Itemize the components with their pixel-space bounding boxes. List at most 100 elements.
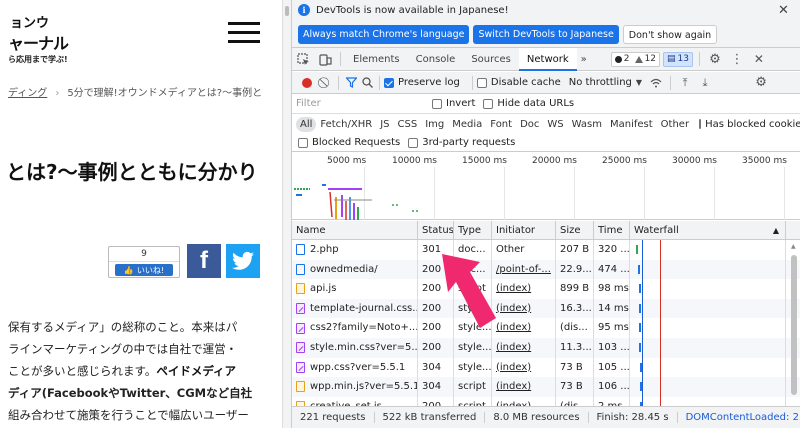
body-bold-text: ペイドメディア [156, 364, 237, 378]
throttling-select[interactable]: No throttling [569, 77, 632, 88]
column-header-name[interactable]: Name [292, 221, 418, 240]
import-har-icon[interactable]: ⤒ [675, 72, 695, 94]
inspect-element-icon[interactable] [292, 48, 314, 70]
invert-checkbox[interactable] [432, 98, 442, 109]
type-filter-manifest[interactable]: Manifest [606, 117, 657, 132]
tab-network[interactable]: Network [518, 47, 577, 71]
table-row[interactable]: 2.php 301 doc... Other 207 B 320 ... [292, 240, 800, 260]
table-row[interactable]: template-journal.css... 200 style... (index… [292, 298, 800, 319]
request-initiator[interactable]: /point-of-... [492, 259, 556, 280]
waterfall-bar [636, 245, 638, 254]
timeline-tick: 25000 ms [602, 156, 647, 166]
request-name[interactable]: ownedmedia/ [292, 259, 418, 280]
type-filter-doc[interactable]: Doc [516, 117, 543, 132]
request-name[interactable]: template-journal.css... [292, 298, 418, 319]
close-icon[interactable]: ✕ [778, 3, 789, 18]
switch-language-button[interactable]: Switch DevTools to Japanese [473, 25, 619, 44]
request-name[interactable]: wpp.css?ver=5.5.1 [292, 357, 418, 378]
has-blocked-cookies-checkbox[interactable] [699, 119, 702, 129]
type-filter-ws[interactable]: WS [543, 117, 567, 132]
tab-elements[interactable]: Elements [345, 48, 408, 71]
network-status-bar: 221 requests 522 kB transferred 8.0 MB r… [292, 406, 800, 428]
type-filter-other[interactable]: Other [657, 117, 693, 132]
filter-funnel-icon[interactable] [343, 72, 359, 94]
devtools-resize-handle[interactable] [282, 0, 292, 428]
network-conditions-icon[interactable] [646, 72, 666, 94]
load-marker-line [660, 259, 661, 280]
column-header-time[interactable]: Time [594, 221, 630, 240]
type-filter-fetch[interactable]: Fetch/XHR [316, 117, 376, 132]
request-initiator[interactable]: (index) [492, 279, 556, 299]
record-icon[interactable] [302, 77, 312, 88]
load-marker-line [660, 357, 661, 378]
like-widget[interactable]: 9 👍 いいね! [108, 246, 180, 278]
table-row[interactable]: wpp.css?ver=5.5.1 304 style... (index) 73 B1… [292, 357, 800, 378]
twitter-share-button[interactable] [226, 244, 260, 278]
blocked-requests-bar: Blocked Requests 3rd-party requests [292, 134, 800, 152]
request-name[interactable]: api.js [292, 279, 418, 299]
request-name[interactable]: 2.php [292, 240, 418, 260]
table-row[interactable]: css2?family=Noto+... 200 style... (index) (d… [292, 318, 800, 338]
request-initiator[interactable]: (index) [492, 337, 556, 358]
site-logo[interactable]: ャーナル [8, 30, 69, 54]
type-filter-media[interactable]: Media [448, 117, 486, 132]
dont-show-again-button[interactable]: Don't show again [622, 25, 718, 44]
device-toolbar-icon[interactable] [314, 48, 336, 70]
third-party-checkbox[interactable] [408, 137, 419, 148]
close-devtools-icon[interactable]: ✕ [748, 48, 770, 70]
tab-console[interactable]: Console [408, 48, 464, 71]
settings-gear-icon[interactable]: ⚙ [704, 48, 726, 70]
column-header-initiator[interactable]: Initiator [492, 221, 556, 240]
table-row[interactable]: style.min.css?ver=5... 200 style... (index)… [292, 337, 800, 358]
export-har-icon[interactable]: ⤓ [695, 72, 715, 94]
request-name[interactable]: style.min.css?ver=5... [292, 337, 418, 358]
disable-cache-checkbox[interactable] [476, 77, 487, 88]
column-header-size[interactable]: Size [556, 221, 594, 240]
timeline-activity-graph [294, 184, 418, 220]
search-icon[interactable] [359, 72, 375, 94]
facebook-share-button[interactable]: f [187, 244, 221, 278]
request-size: 16.3... [556, 298, 594, 319]
table-row[interactable]: api.js 200 script (index) 899 B 98 ms [292, 279, 800, 299]
table-body: 2.php 301 doc... Other 207 B 320 ... ownedmedi… [292, 240, 800, 417]
request-initiator[interactable]: (index) [492, 377, 556, 397]
filter-input[interactable]: Filter [292, 95, 432, 113]
like-button[interactable]: 👍 いいね! [115, 264, 173, 276]
request-name[interactable]: css2?family=Noto+... [292, 318, 418, 338]
timeline-tick: 20000 ms [532, 156, 577, 166]
table-row[interactable]: ownedmedia/200 doc.../point-of-... 22.9...… [292, 259, 800, 280]
column-header-type[interactable]: Type [454, 221, 492, 240]
request-type: style... [454, 318, 492, 338]
clear-icon[interactable]: ⃠ [318, 72, 334, 94]
match-language-button[interactable]: Always match Chrome's language [298, 25, 470, 44]
request-type: style... [454, 337, 492, 358]
more-options-icon[interactable]: ⋮ [726, 48, 748, 70]
table-scrollbar[interactable]: ▲ [790, 241, 798, 401]
tab-sources[interactable]: Sources [463, 48, 519, 71]
language-notification: i DevTools is now available in Japanese!… [292, 0, 800, 48]
more-tabs-icon[interactable]: » [577, 48, 591, 71]
type-filter-font[interactable]: Font [486, 117, 516, 132]
blocked-requests-checkbox[interactable] [298, 137, 308, 148]
type-filter-img[interactable]: Img [421, 117, 448, 132]
breadcrumb-link[interactable]: ディング [8, 88, 47, 99]
request-initiator[interactable]: (index) [492, 298, 556, 319]
type-filter-all[interactable]: All [296, 116, 317, 132]
error-warning-badge[interactable]: 2 12 [610, 51, 660, 67]
request-initiator[interactable]: (index) [492, 318, 556, 338]
column-header-waterfall[interactable]: Waterfall ▲ [630, 221, 786, 240]
network-overview-timeline[interactable]: 5000 ms 10000 ms 15000 ms 20000 ms 25000… [292, 153, 800, 220]
table-row[interactable]: wpp.min.js?ver=5.5.1 304 script (index) 73 B… [292, 377, 800, 397]
type-filter-wasm[interactable]: Wasm [568, 117, 606, 132]
column-header-status[interactable]: Status [418, 221, 454, 240]
hide-data-urls-checkbox[interactable] [483, 98, 494, 109]
request-initiator[interactable]: (index) [492, 357, 556, 378]
network-settings-gear-icon[interactable]: ⚙ [751, 72, 771, 94]
type-filter-css[interactable]: CSS [394, 117, 422, 132]
issues-badge[interactable]: ▤ 13 [662, 51, 693, 67]
preserve-log-checkbox[interactable] [384, 77, 394, 88]
chevron-down-icon[interactable]: ▼ [636, 78, 642, 87]
request-name[interactable]: wpp.min.js?ver=5.5.1 [292, 377, 418, 397]
hamburger-menu-icon[interactable] [228, 22, 260, 46]
type-filter-js[interactable]: JS [376, 117, 393, 132]
